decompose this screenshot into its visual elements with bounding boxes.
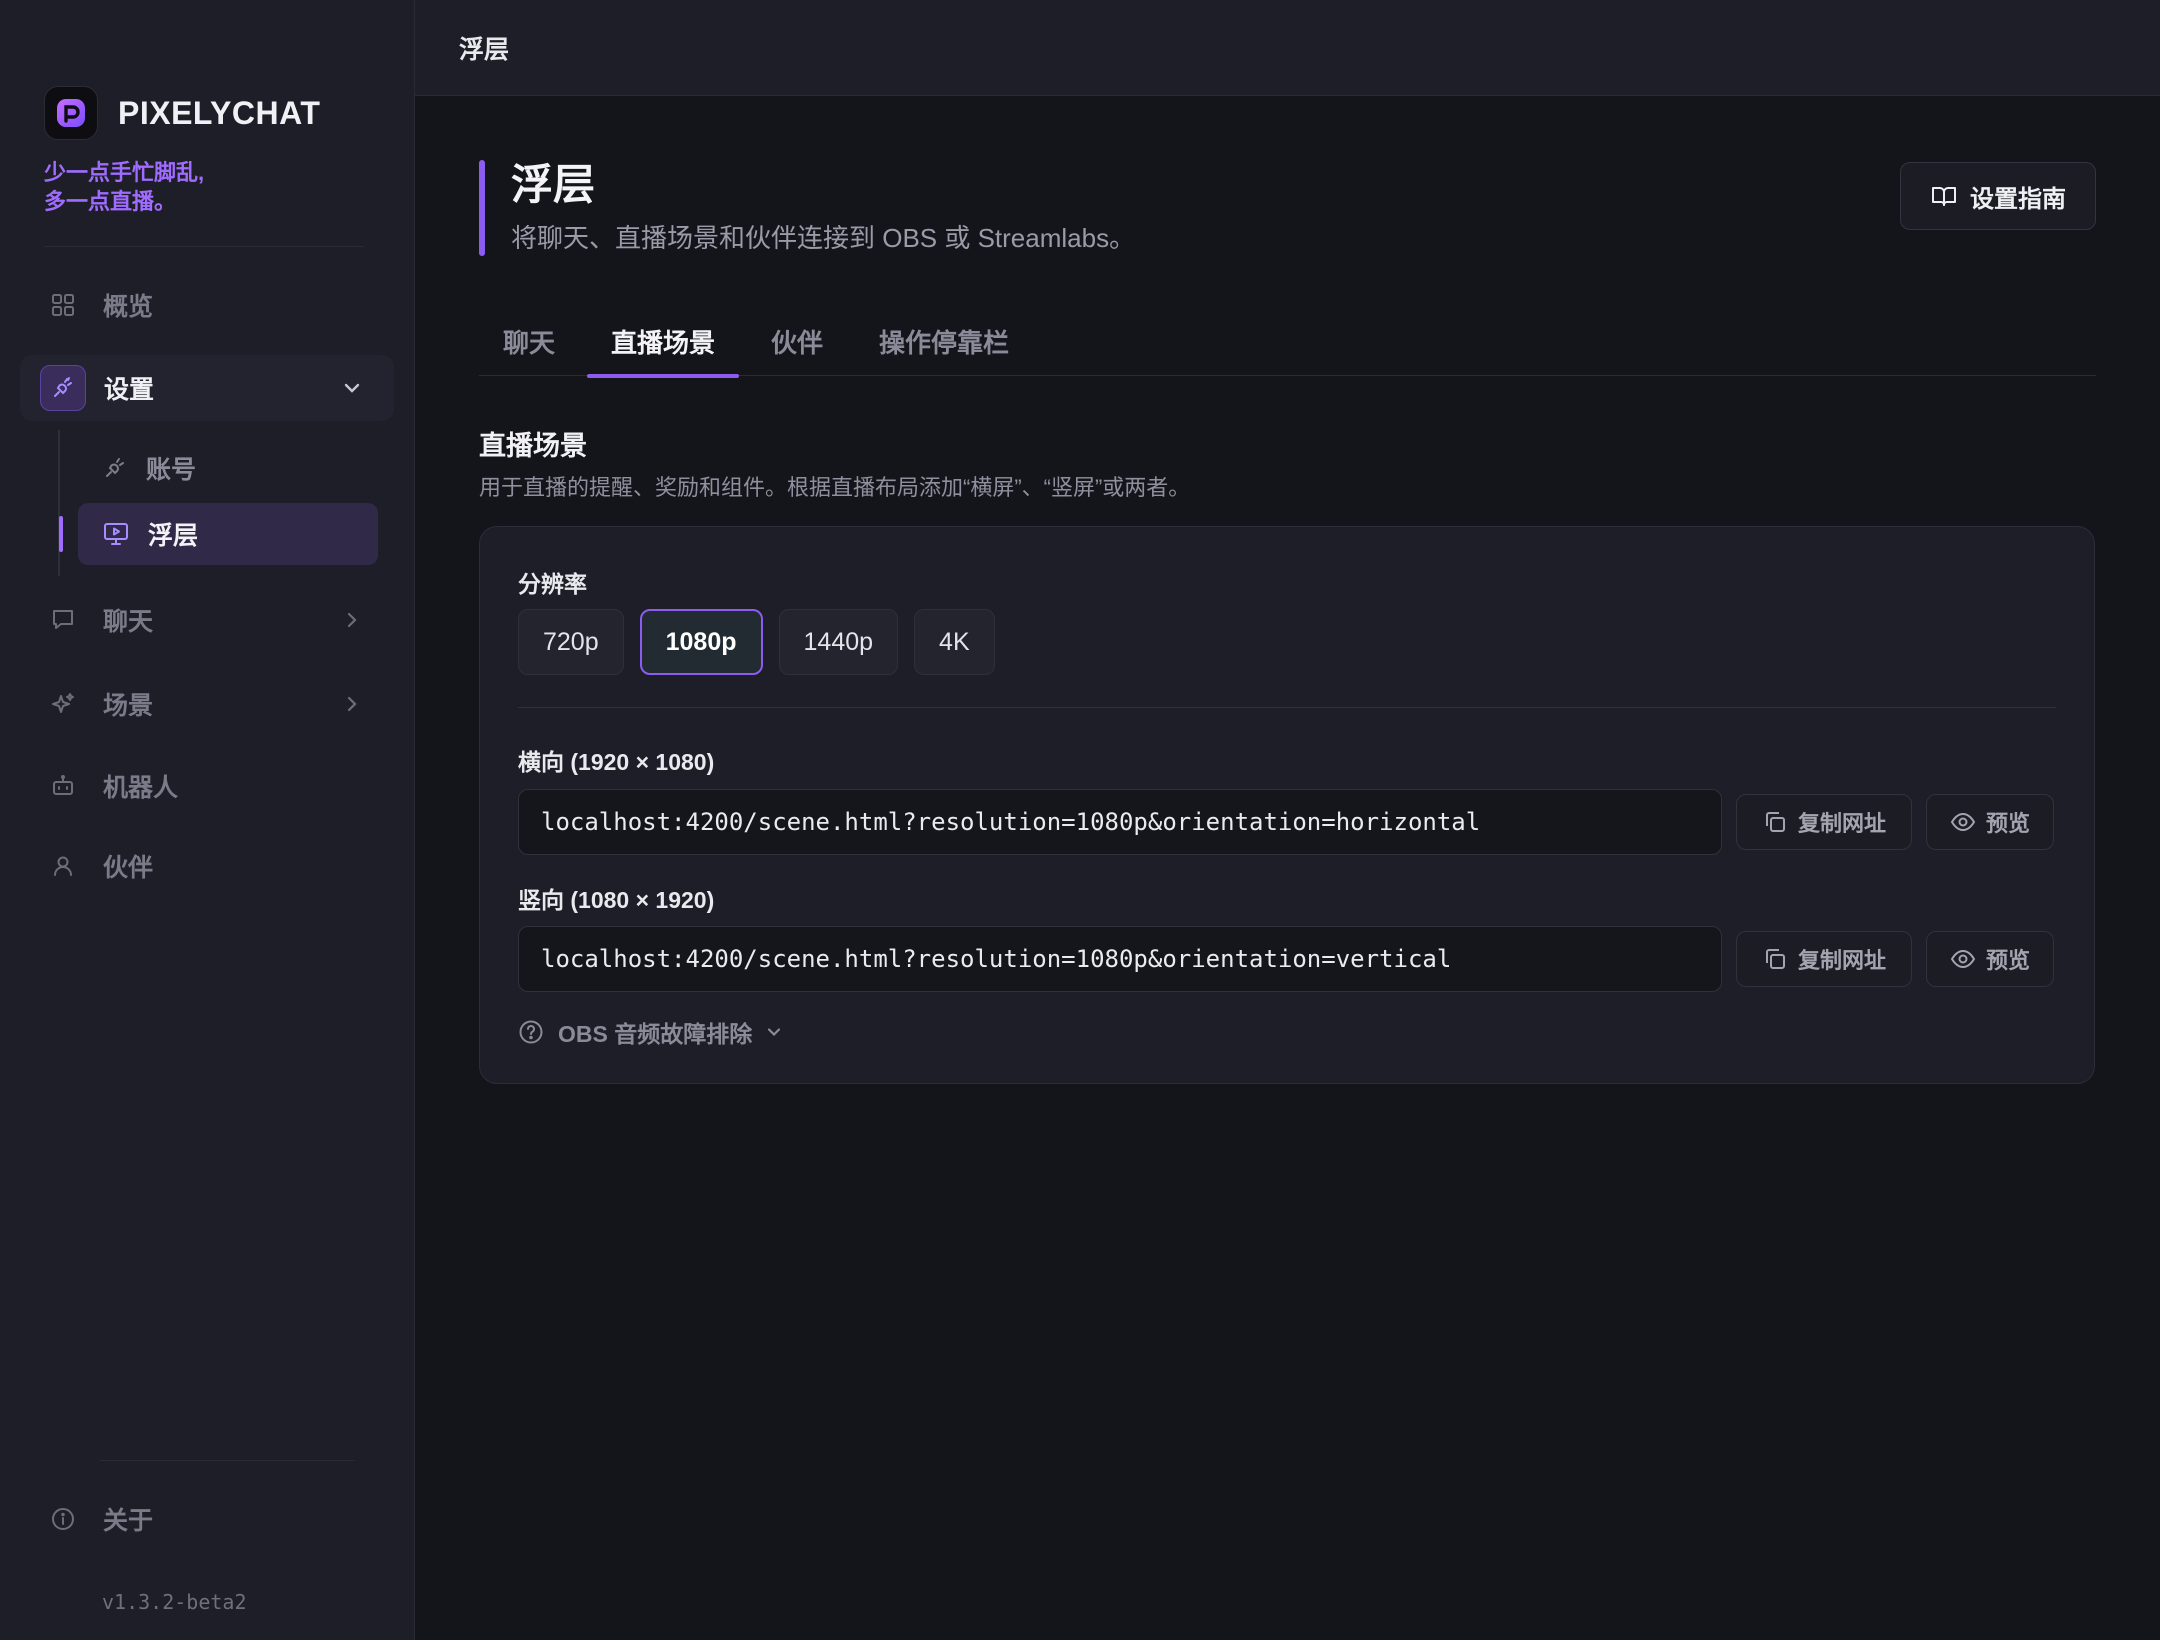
copy-button-label: 复制网址 [1797, 811, 1886, 836]
sidebar-subitem-overlay[interactable]: 浮层 [78, 503, 378, 565]
preview-button-label: 预览 [1985, 811, 2030, 836]
horizontal-label: 横向 (1920 × 1080) [518, 749, 715, 775]
copy-button-label: 复制网址 [1797, 948, 1886, 973]
section-description: 用于直播的提醒、奖励和组件。根据直播布局添加“横屏”、“竖屏”或两者。 [479, 475, 1191, 500]
preview-horizontal-button[interactable]: 预览 [1926, 794, 2054, 850]
tab-partners[interactable]: 伙伴 [747, 306, 847, 376]
main-content: 浮层 浮层 将聊天、直播场景和伙伴连接到 OBS 或 Streamlabs。 设… [415, 0, 2160, 1640]
page-title: 浮层 [511, 161, 596, 208]
sidebar-item-label: 场景 [103, 692, 154, 720]
sidebar-divider [100, 1460, 355, 1461]
title-accent-bar [479, 160, 485, 256]
sidebar-item-settings[interactable]: 设置 [20, 355, 394, 421]
page-header: 浮层 将聊天、直播场景和伙伴连接到 OBS 或 Streamlabs。 [479, 160, 1135, 256]
sidebar-divider [44, 246, 364, 247]
preview-vertical-button[interactable]: 预览 [1926, 931, 2054, 987]
resolution-1080p-button[interactable]: 1080p [639, 609, 763, 675]
active-indicator [59, 516, 63, 552]
grid-icon [48, 290, 78, 320]
tagline: 少一点手忙脚乱, 多一点直播。 [44, 158, 304, 216]
eye-icon [1950, 949, 1976, 969]
sidebar-item-overview[interactable]: 概览 [20, 272, 394, 338]
app-name: PIXELYCHAT [118, 94, 321, 131]
chevron-right-icon [347, 612, 357, 628]
copy-icon [1765, 949, 1785, 969]
eye-icon [1950, 812, 1976, 832]
copy-icon [1765, 812, 1785, 832]
resolution-4k-button[interactable]: 4K [914, 609, 995, 675]
app-logo [44, 86, 98, 140]
help-circle-icon [519, 1020, 543, 1044]
resolution-selector: 720p 1080p 1440p 4K [518, 609, 1011, 675]
app-version: v1.3.2-beta2 [102, 1590, 247, 1614]
brand[interactable]: PIXELYCHAT [44, 86, 320, 140]
sidebar-item-chat[interactable]: 聊天 [20, 587, 394, 653]
chevron-right-icon [347, 696, 357, 712]
sidebar-item-scenes[interactable]: 场景 [20, 671, 394, 737]
sidebar-item-label: 机器人 [103, 774, 179, 802]
horizontal-url-field[interactable]: localhost:4200/scene.html?resolution=108… [518, 789, 1722, 855]
sidebar-item-partners[interactable]: 伙伴 [20, 833, 394, 899]
top-bar: 浮层 [415, 0, 2160, 96]
chat-bubble-icon [48, 605, 78, 635]
resolution-720p-button[interactable]: 720p [518, 609, 624, 675]
sidebar-item-label: 设置 [104, 376, 155, 404]
copy-horizontal-url-button[interactable]: 复制网址 [1736, 794, 1912, 850]
resolution-label: 分辨率 [518, 571, 587, 597]
book-open-icon [1932, 187, 1956, 206]
sidebar-subitem-label: 账号 [146, 456, 197, 484]
sidebar-item-label: 概览 [103, 293, 154, 321]
setup-guide-label: 设置指南 [1970, 185, 2066, 213]
user-icon [48, 851, 78, 881]
vertical-label: 竖向 (1080 × 1920) [518, 887, 715, 913]
sidebar-subitem-account[interactable]: 账号 [78, 437, 378, 499]
section-title: 直播场景 [479, 431, 587, 461]
page-subtitle: 将聊天、直播场景和伙伴连接到 OBS 或 Streamlabs。 [511, 223, 1136, 253]
sidebar-item-bots[interactable]: 机器人 [20, 753, 394, 819]
preview-button-label: 预览 [1985, 948, 2030, 973]
tab-bar: 聊天 直播场景 伙伴 操作停靠栏 [479, 306, 2096, 378]
info-icon [48, 1504, 78, 1534]
sidebar-subitem-label: 浮层 [148, 522, 199, 550]
resolution-1440p-button[interactable]: 1440p [778, 609, 899, 675]
chevron-down-icon [768, 1028, 781, 1037]
sidebar-item-label: 聊天 [103, 608, 154, 636]
tab-chat[interactable]: 聊天 [479, 306, 579, 376]
top-bar-title: 浮层 [459, 35, 510, 64]
tab-action-dock[interactable]: 操作停靠栏 [855, 306, 1033, 376]
setup-guide-button[interactable]: 设置指南 [1900, 162, 2096, 230]
vertical-url-field[interactable]: localhost:4200/scene.html?resolution=108… [518, 926, 1722, 992]
tagline-line-2: 多一点直播。 [44, 189, 177, 214]
sidebar-item-label: 关于 [103, 1507, 154, 1535]
sidebar-item-label: 伙伴 [103, 854, 154, 882]
submenu-guide-line [58, 430, 60, 576]
copy-vertical-url-button[interactable]: 复制网址 [1736, 931, 1912, 987]
card-divider [518, 707, 2056, 708]
sparkles-icon [48, 689, 78, 719]
monitor-play-icon [104, 523, 128, 545]
tagline-line-1: 少一点手忙脚乱, [44, 160, 205, 185]
plug-icon [40, 365, 86, 411]
obs-audio-troubleshoot-toggle[interactable]: OBS 音频故障排除 [518, 1015, 784, 1049]
troubleshoot-label: OBS 音频故障排除 [558, 1021, 753, 1047]
tab-stream-scenes[interactable]: 直播场景 [587, 306, 740, 378]
bot-icon [48, 771, 78, 801]
scene-card: 分辨率 720p 1080p 1440p 4K 横向 (1920 × 1080)… [479, 526, 2095, 1084]
chevron-down-icon [344, 383, 360, 393]
sidebar-item-about[interactable]: 关于 [20, 1486, 394, 1552]
plug-icon [106, 458, 124, 477]
sidebar: PIXELYCHAT 少一点手忙脚乱, 多一点直播。 概览 设置 账号 浮层 聊… [0, 0, 415, 1640]
